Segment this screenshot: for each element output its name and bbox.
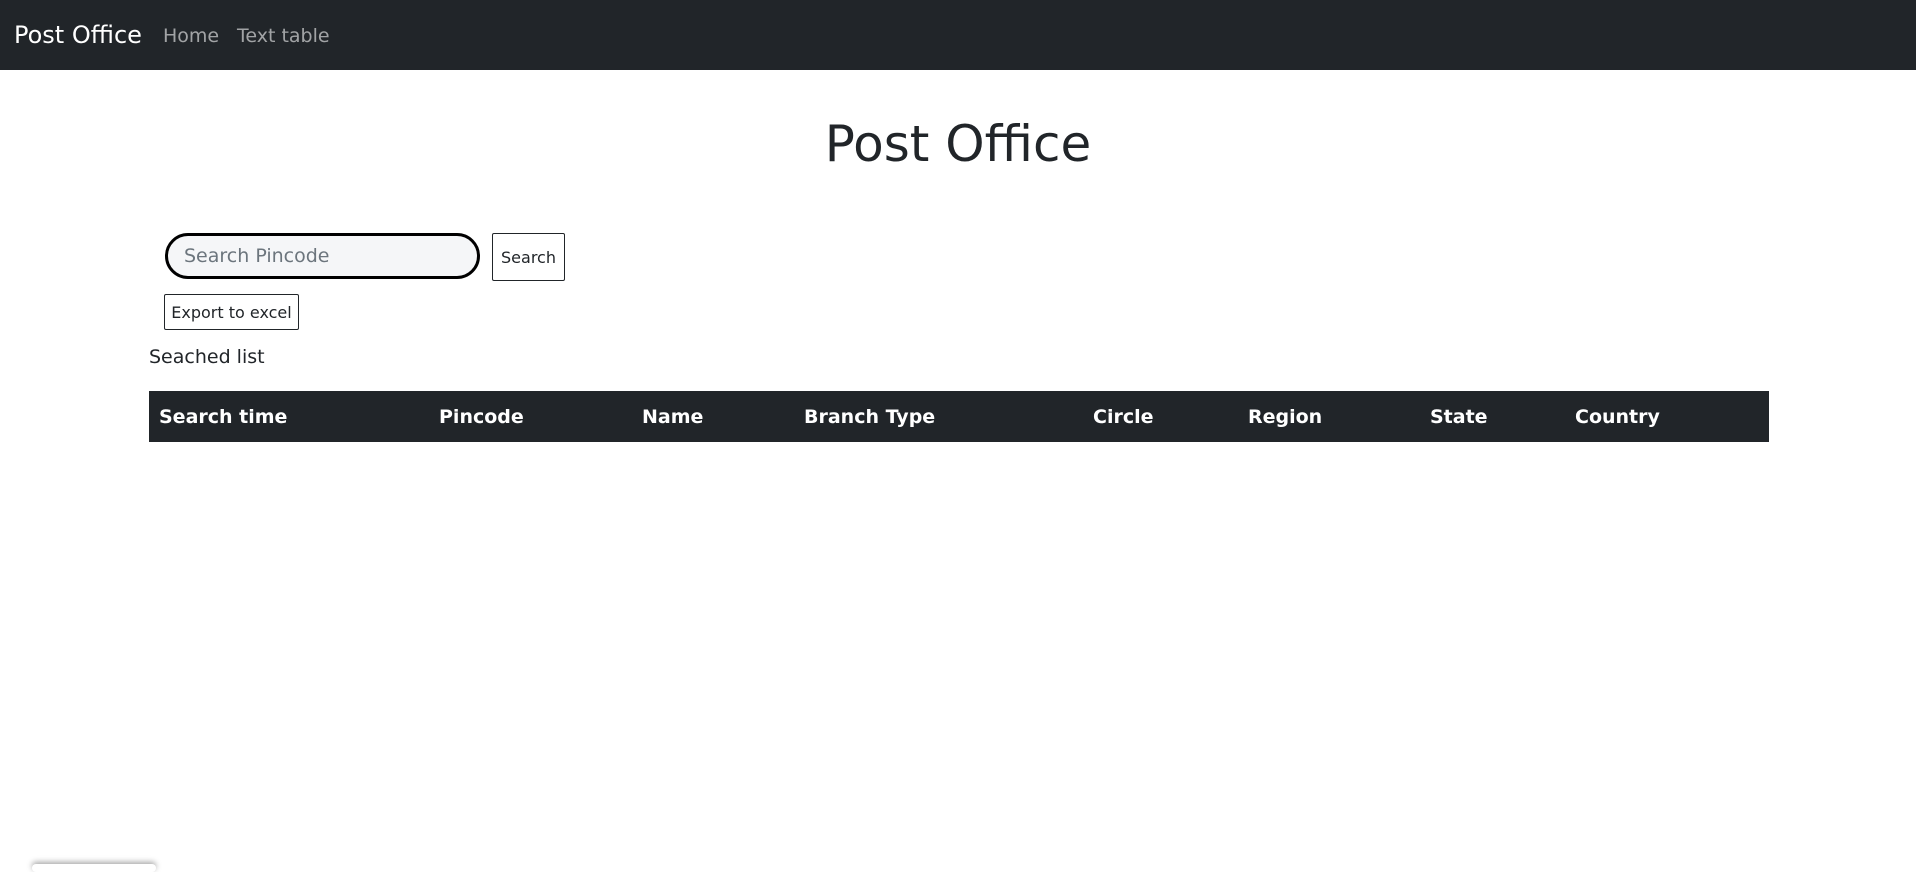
- table-header: Search time Pincode Name Branch Type Cir…: [149, 391, 1769, 442]
- bottom-floating-element: [32, 864, 156, 872]
- searched-list-label: Seached list: [149, 346, 265, 368]
- search-pincode-input[interactable]: [165, 233, 480, 279]
- table-header-row: Search time Pincode Name Branch Type Cir…: [149, 391, 1769, 442]
- page-title: Post Office: [824, 115, 1092, 173]
- header-pincode: Pincode: [439, 405, 524, 428]
- nav-link-text-table[interactable]: Text table: [237, 23, 330, 49]
- header-search-time: Search time: [159, 405, 288, 428]
- export-to-excel-button[interactable]: Export to excel: [164, 294, 299, 330]
- header-country: Country: [1575, 405, 1660, 428]
- header-region: Region: [1248, 405, 1323, 428]
- navbar-brand[interactable]: Post Office: [14, 18, 142, 52]
- header-branch-type: Branch Type: [804, 405, 936, 428]
- header-name: Name: [642, 405, 704, 428]
- search-button[interactable]: Search: [492, 233, 565, 281]
- nav-link-home[interactable]: Home: [163, 23, 219, 49]
- header-circle: Circle: [1093, 405, 1154, 428]
- header-state: State: [1430, 405, 1488, 428]
- top-navbar: Post Office Home Text table: [0, 0, 1916, 70]
- search-results-table: Search time Pincode Name Branch Type Cir…: [149, 391, 1769, 442]
